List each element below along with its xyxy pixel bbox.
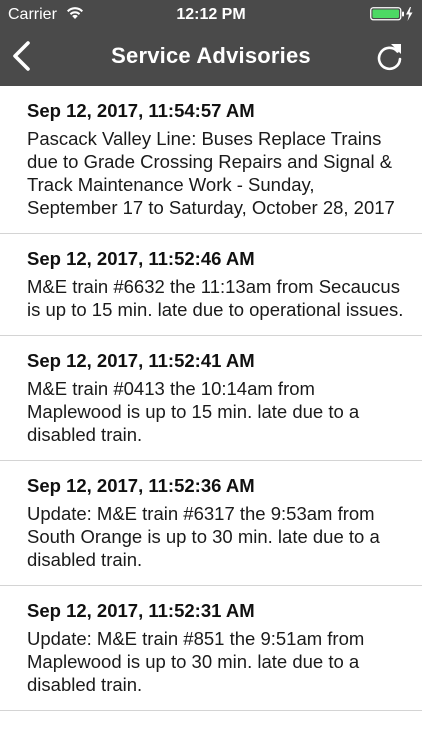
advisory-text: M&E train #6632 the 11:13am from Secaucu… bbox=[27, 276, 404, 320]
advisory-text: Update: M&E train #851 the 9:51am from M… bbox=[27, 628, 365, 695]
battery-icon bbox=[370, 7, 413, 21]
status-time: 12:12 PM bbox=[176, 6, 246, 23]
advisory-list[interactable]: Sep 12, 2017, 11:54:57 AM Pascack Valley… bbox=[0, 86, 422, 750]
advisory-date: Sep 12, 2017, 11:52:36 AM bbox=[27, 475, 255, 496]
refresh-icon bbox=[377, 44, 402, 71]
list-item[interactable]: Sep 12, 2017, 11:52:41 AM M&E train #041… bbox=[0, 336, 422, 461]
refresh-button[interactable] bbox=[374, 40, 406, 74]
list-item[interactable]: Sep 12, 2017, 11:52:36 AM Update: M&E tr… bbox=[0, 461, 422, 586]
advisory-date: Sep 12, 2017, 11:54:57 AM bbox=[27, 100, 255, 121]
status-bar: Carrier 12:12 PM bbox=[0, 0, 422, 30]
list-item[interactable]: Sep 12, 2017, 11:54:57 AM Pascack Valley… bbox=[0, 86, 422, 234]
header: Carrier 12:12 PM Service Advisories bbox=[0, 0, 422, 86]
list-item[interactable]: Sep 12, 2017, 11:52:31 AM Update: M&E tr… bbox=[0, 586, 422, 711]
advisory-text: M&E train #0413 the 10:14am from Maplewo… bbox=[27, 378, 360, 445]
advisory-text: Pascack Valley Line: Buses Replace Train… bbox=[27, 128, 395, 218]
advisory-date: Sep 12, 2017, 11:52:46 AM bbox=[27, 248, 255, 269]
list-item[interactable]: Sep 12, 2017, 11:52:46 AM M&E train #663… bbox=[0, 234, 422, 336]
nav-bar: Service Advisories bbox=[0, 30, 422, 86]
page-title: Service Advisories bbox=[111, 43, 311, 68]
advisory-date: Sep 12, 2017, 11:52:31 AM bbox=[27, 600, 255, 621]
advisory-text: Update: M&E train #6317 the 9:53am from … bbox=[27, 503, 380, 570]
advisory-date: Sep 12, 2017, 11:52:41 AM bbox=[27, 350, 255, 371]
